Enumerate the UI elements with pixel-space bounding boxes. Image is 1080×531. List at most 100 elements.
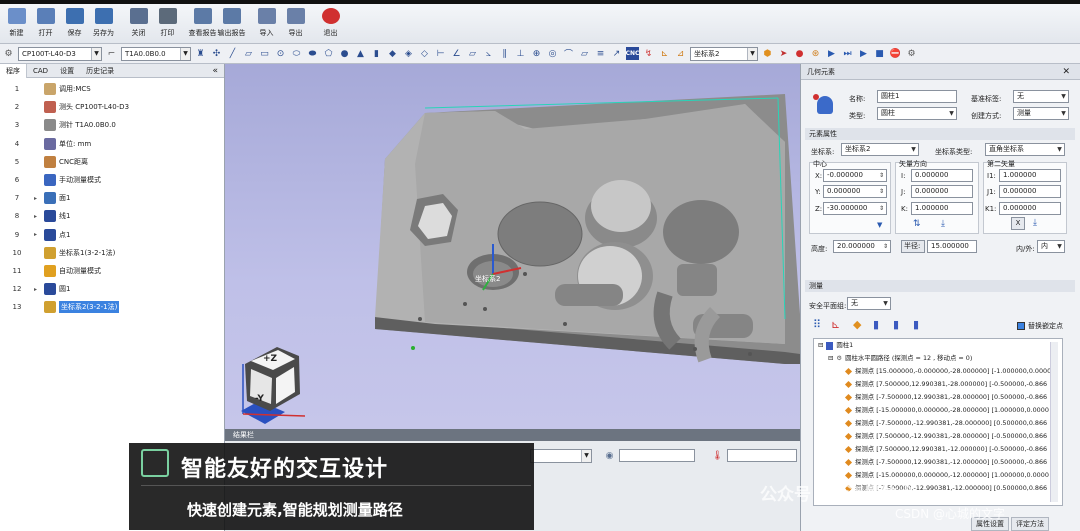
i-field[interactable]: 0.000000 bbox=[911, 169, 973, 182]
emergency-icon[interactable]: ⛔ bbox=[889, 47, 902, 60]
create-select[interactable]: 测量 ▼ bbox=[1013, 107, 1069, 120]
export-report-button[interactable]: 输出报告 bbox=[217, 4, 246, 42]
collapse-icon[interactable]: « bbox=[212, 66, 218, 76]
sphere-tool-icon[interactable]: ● bbox=[338, 47, 351, 60]
symmetry-tool-icon[interactable]: ≡ bbox=[594, 47, 607, 60]
program-row[interactable]: 13 坐标系2(3-2-1法) bbox=[0, 298, 224, 316]
close-file-button[interactable]: 关闭 bbox=[124, 4, 153, 42]
circle-tool-icon[interactable]: ⊙ bbox=[274, 47, 287, 60]
export-button[interactable]: 导出 bbox=[281, 4, 310, 42]
result-field-1[interactable] bbox=[619, 449, 695, 462]
tree-path[interactable]: ⊟ ⚙ 圆柱水平圆路径 (探测点 = 12 , 移动点 = 0) bbox=[814, 352, 1062, 365]
k-field[interactable]: 1.000000 bbox=[911, 202, 973, 215]
program-row[interactable]: 3 测针 T1A0.0B0.0 bbox=[0, 116, 224, 134]
expand-icon[interactable]: ▸ bbox=[34, 213, 44, 220]
result-field-2[interactable] bbox=[727, 449, 797, 462]
x-axis-button[interactable]: X bbox=[1011, 217, 1025, 230]
step-icon[interactable]: ⊛ bbox=[809, 47, 822, 60]
program-row[interactable]: 9 ▸ 点1 bbox=[0, 226, 224, 244]
cad-viewport[interactable]: +Z -Y 坐标系2 bbox=[225, 64, 800, 429]
radius-button[interactable]: 半径: bbox=[901, 240, 925, 253]
view-report-button[interactable]: 查看报告 bbox=[188, 4, 217, 42]
record-icon[interactable]: ● bbox=[793, 47, 806, 60]
vector-pick-icon[interactable]: ⤓ bbox=[941, 219, 945, 229]
point-path-icon[interactable]: ◆ bbox=[853, 318, 861, 331]
close-icon[interactable]: ✕ bbox=[1062, 64, 1070, 80]
path-icon[interactable]: ⠿ bbox=[813, 318, 821, 331]
y-field[interactable]: 0.000000 ⇕ bbox=[823, 185, 887, 198]
polygon-tool-icon[interactable]: ⬠ bbox=[322, 47, 335, 60]
move-icon[interactable]: ➤ bbox=[777, 47, 790, 60]
cylinder-path-2-icon[interactable]: ▮ bbox=[893, 318, 899, 331]
curve-surface-icon[interactable]: ◈ bbox=[402, 47, 415, 60]
probe-point-item[interactable]: 探测点 [-15.000000,0.000000,-28.000000] [1.… bbox=[814, 404, 1062, 417]
j-field[interactable]: 0.000000 bbox=[911, 185, 973, 198]
axis2-tool-icon[interactable]: ⊿ bbox=[674, 47, 687, 60]
axis-path-icon[interactable]: ⊾ bbox=[831, 318, 840, 331]
expand-icon[interactable]: ▸ bbox=[34, 286, 44, 293]
axis-tool-icon[interactable]: ⊾ bbox=[658, 47, 671, 60]
cylinder-path-1-icon[interactable]: ▮ bbox=[873, 318, 879, 331]
gauge-icon[interactable]: ◉ bbox=[603, 449, 616, 462]
angle2-tool-icon[interactable]: ⦣ bbox=[482, 47, 495, 60]
tree-root[interactable]: ⊟ 圆柱1 bbox=[814, 339, 1062, 352]
cnc-icon[interactable]: CNC bbox=[626, 47, 639, 60]
result-combo[interactable]: ▼ bbox=[530, 449, 592, 463]
program-row[interactable]: 6 手动测量模式 bbox=[0, 171, 224, 189]
tab-program[interactable]: 程序 bbox=[0, 63, 27, 78]
probe-point-item[interactable]: 探测点 [7.500000,-12.990381,-28.000000] [-0… bbox=[814, 430, 1062, 443]
coord-select[interactable]: 坐标系2 ▼ bbox=[841, 143, 919, 156]
vector-flip-icon[interactable]: ⇅ bbox=[913, 219, 921, 229]
inout-select[interactable]: 内 ▼ bbox=[1037, 240, 1065, 253]
k1-field[interactable]: 0.000000 bbox=[999, 202, 1061, 215]
save-as-button[interactable]: 另存为 bbox=[89, 4, 118, 42]
play-icon[interactable]: ▶ bbox=[857, 47, 870, 60]
slot-tool-icon[interactable]: ⬭ bbox=[290, 47, 303, 60]
probe-point-item[interactable]: 探测点 [7.500000,12.990381,-28.000000] [-0.… bbox=[814, 378, 1062, 391]
surface-tool-icon[interactable]: ◆ bbox=[386, 47, 399, 60]
vector2-pick-icon[interactable]: ⤓ bbox=[1033, 218, 1037, 228]
flatness-tool-icon[interactable]: ⏥ bbox=[578, 47, 591, 60]
program-row[interactable]: 12 ▸ 圆1 bbox=[0, 280, 224, 298]
program-row[interactable]: 2 测头 CP100T-L40-D3 bbox=[0, 98, 224, 116]
parallel-tool-icon[interactable]: ∥ bbox=[498, 47, 511, 60]
j1-field[interactable]: 0.000000 bbox=[999, 185, 1061, 198]
safe-plane-select[interactable]: 无 ▼ bbox=[847, 297, 891, 310]
probe-point-item[interactable]: 探测点 [-7.500000,12.990381,-12.000000] [0.… bbox=[814, 456, 1062, 469]
program-row[interactable]: 7 ▸ 面1 bbox=[0, 189, 224, 207]
view-cube-front-label[interactable]: -Y bbox=[255, 394, 264, 404]
new-file-button[interactable]: 新建 bbox=[2, 4, 31, 42]
probe-settings-icon[interactable]: ⚙ bbox=[2, 47, 15, 60]
plane-tool-icon[interactable]: ▱ bbox=[242, 47, 255, 60]
probe-point-item[interactable]: 探测点 [-7.500000,12.990381,-28.000000] [0.… bbox=[814, 391, 1062, 404]
probe-point-item[interactable]: 探测点 [7.500000,12.990381,-12.000000] [-0.… bbox=[814, 443, 1062, 456]
program-row[interactable]: 5 CNC距离 bbox=[0, 153, 224, 171]
tip-combo[interactable]: T1A0.0B0.0 ▼ bbox=[121, 46, 191, 61]
i1-field[interactable]: 1.000000 bbox=[999, 169, 1061, 182]
profile-tool-icon[interactable]: ⌒ bbox=[562, 47, 575, 60]
exit-button[interactable]: 退出 bbox=[316, 4, 345, 42]
program-row[interactable]: 10 坐标系1(3-2-1法) bbox=[0, 244, 224, 262]
view-cube-top-label[interactable]: +Z bbox=[263, 354, 277, 364]
tab-evaluation-method[interactable]: 评定方法 bbox=[1011, 517, 1049, 531]
name-field[interactable]: 圆柱1 bbox=[877, 90, 957, 103]
tip-icon[interactable]: ⌐ bbox=[105, 47, 118, 60]
runout-tool-icon[interactable]: ↗ bbox=[610, 47, 623, 60]
coord-combo[interactable]: 坐标系2 ▼ bbox=[690, 46, 758, 61]
stop-icon[interactable]: ■ bbox=[873, 47, 886, 60]
program-row[interactable]: 11 自动测量模式 bbox=[0, 262, 224, 280]
perpendicular-tool-icon[interactable]: ⊥ bbox=[514, 47, 527, 60]
probe-point-item[interactable]: 探测点 [15.000000,-0.000000,-28.000000] [-1… bbox=[814, 365, 1062, 378]
import-button[interactable]: 导入 bbox=[252, 4, 281, 42]
program-row[interactable]: 1 调用:MCS bbox=[0, 80, 224, 98]
program-row[interactable]: 8 ▸ 线1 bbox=[0, 207, 224, 225]
center-dropdown-icon[interactable]: ▼ bbox=[877, 221, 882, 229]
diamond-tool-icon[interactable]: ◇ bbox=[418, 47, 431, 60]
save-button[interactable]: 保存 bbox=[60, 4, 89, 42]
position-tool-icon[interactable]: ⊕ bbox=[530, 47, 543, 60]
probe-point-item[interactable]: 探测点 [-7.500000,-12.990381,-28.000000] [0… bbox=[814, 417, 1062, 430]
run-step-icon[interactable]: ⏭ bbox=[841, 47, 854, 60]
angle-tool-icon[interactable]: ∠ bbox=[450, 47, 463, 60]
z-field[interactable]: -30.000000 ⇕ bbox=[823, 202, 887, 215]
cylinder-path-3-icon[interactable]: ▮ bbox=[913, 318, 919, 331]
